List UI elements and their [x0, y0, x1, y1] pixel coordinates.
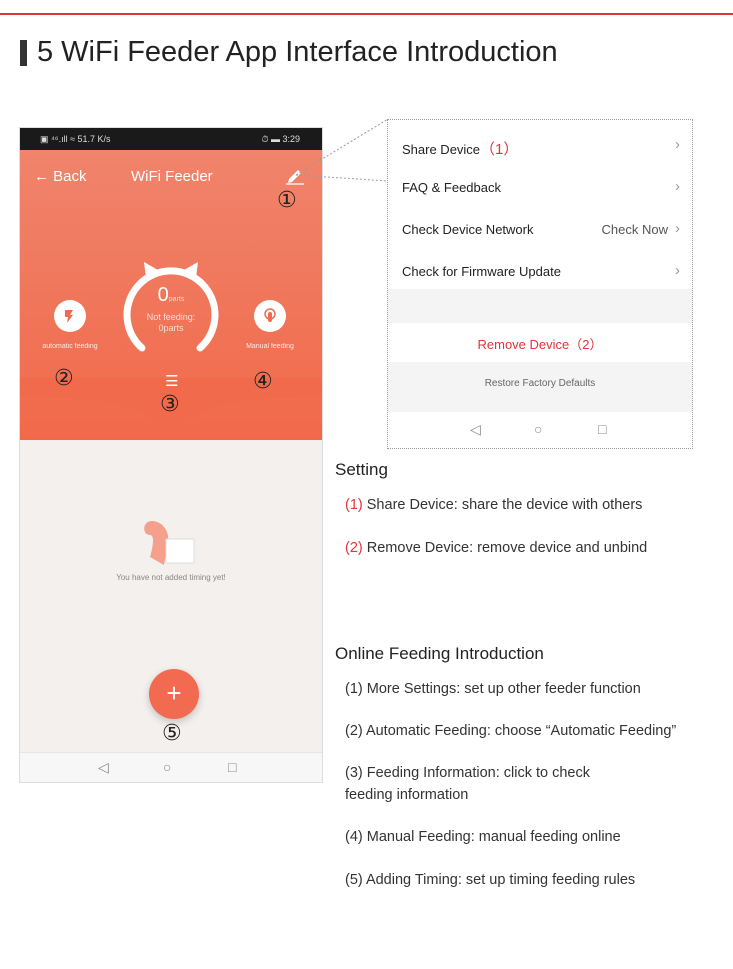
setting-heading: Setting	[335, 460, 388, 479]
feeding-ring	[123, 262, 219, 352]
title-bar-marker	[20, 39, 27, 66]
automatic-feeding-label: automatic feeding	[42, 343, 98, 350]
empty-state-text: You have not added timing yet!	[116, 573, 226, 582]
nav-home-icon[interactable]: ○	[163, 759, 171, 775]
automatic-feeding-button[interactable]	[54, 300, 86, 332]
callout-connector	[296, 118, 389, 182]
check-network-label: Check Device Network	[402, 222, 534, 237]
check-network-row[interactable]: Check Device Network Check Now ›	[388, 208, 692, 250]
firmware-row[interactable]: Check for Firmware Update ›	[388, 250, 692, 292]
nav-back-icon[interactable]: ◁	[470, 421, 481, 438]
android-nav-bar: ◁ ○ □	[20, 752, 322, 782]
manual-feeding-label: Manual feeding	[246, 343, 294, 350]
status-bar: ▣ ⁴⁶.ıll ≈ 51.7 K/s ⏱ ▬ 3:29	[20, 128, 322, 150]
faq-label: FAQ & Feedback	[402, 180, 501, 195]
section-gap	[388, 289, 692, 323]
nav-home-icon[interactable]: ○	[534, 421, 542, 437]
back-button[interactable]: ← Back	[34, 168, 87, 185]
share-device-label: Share Device（1）	[402, 141, 519, 158]
ring-value: 0parts	[157, 284, 185, 306]
hand-tap-icon	[264, 308, 276, 322]
callout-5: ⑤	[162, 721, 182, 746]
online-item-1: (1) More Settings: set up other feeder f…	[345, 681, 641, 697]
status-left: ▣ ⁴⁶.ıll ≈ 51.7 K/s	[40, 134, 111, 144]
online-item-2: (2) Automatic Feeding: choose “Automatic…	[345, 723, 677, 739]
cat-bowl-illustration	[144, 521, 195, 565]
nav-recents-icon[interactable]: □	[598, 421, 606, 437]
nav-back-icon[interactable]: ◁	[98, 759, 109, 776]
restore-factory-button[interactable]: Restore Factory Defaults	[388, 378, 692, 389]
settings-panel: Share Device（1） › FAQ & Feedback › Check…	[387, 119, 693, 449]
firmware-label: Check for Firmware Update	[402, 264, 561, 279]
panel-nav-bar: ◁ ○ □	[388, 412, 692, 448]
online-item-5: (5) Adding Timing: set up timing feeding…	[345, 872, 636, 888]
online-item-3-cont: feeding information	[345, 787, 469, 803]
callout-3: ③	[160, 392, 180, 417]
chevron-right-icon: ›	[675, 220, 680, 237]
lightning-a-icon	[65, 310, 73, 323]
online-item-3: (3) Feeding Information: click to check	[345, 765, 590, 781]
online-feeding-heading: Online Feeding Introduction	[335, 644, 544, 663]
manual-feeding-button[interactable]	[254, 300, 286, 332]
check-now-link[interactable]: Check Now	[602, 222, 668, 237]
status-right: ⏱ ▬ 3:29	[261, 134, 300, 144]
nav-recents-icon[interactable]: □	[228, 759, 236, 775]
top-rule	[0, 13, 733, 15]
online-item-4: (4) Manual Feeding: manual feeding onlin…	[345, 829, 621, 845]
remove-device-button[interactable]: Remove Device（2）	[388, 334, 692, 353]
chevron-right-icon: ›	[675, 178, 680, 195]
ring-status: Not feeding: 0parts	[146, 312, 196, 333]
list-icon[interactable]: ☰	[165, 372, 178, 390]
title-text: 5 WiFi Feeder App Interface Introduction	[37, 36, 558, 68]
callout-2: ②	[54, 366, 74, 391]
callout-4: ④	[253, 369, 273, 394]
setting-item-1: (1) Share Device: share the device with …	[345, 497, 643, 513]
faq-row[interactable]: FAQ & Feedback ›	[388, 166, 692, 208]
setting-item-2: (2) Remove Device: remove device and unb…	[345, 540, 648, 556]
chevron-right-icon: ›	[675, 262, 680, 279]
chevron-right-icon: ›	[675, 136, 680, 153]
phone-screen: ▣ ⁴⁶.ıll ≈ 51.7 K/s ⏱ ▬ 3:29 ← Back WiFi…	[19, 127, 323, 783]
callout-1: ①	[277, 188, 297, 213]
screen-title: WiFi Feeder	[131, 168, 213, 185]
add-timing-button[interactable]: +	[149, 669, 199, 719]
share-device-row[interactable]: Share Device（1） ›	[388, 124, 692, 166]
page-title: 5 WiFi Feeder App Interface Introduction	[20, 36, 558, 69]
